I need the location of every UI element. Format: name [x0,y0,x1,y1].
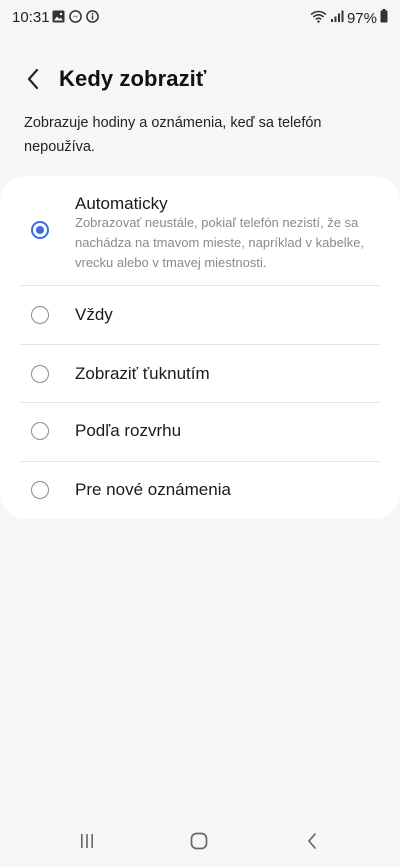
radio-vzdy[interactable] [31,306,49,324]
option-label: Podľa rozvrhu [75,421,182,440]
battery-percent: 97% [346,9,377,27]
option-label: Vždy [75,305,113,324]
wifi-icon [310,10,327,27]
option-pre-nove-oznamenia[interactable]: Pre nové oznámenia [0,462,400,519]
messenger-icon [69,10,82,28]
status-notification-icons [52,10,99,28]
radio-podla-rozvrhu[interactable] [31,422,49,440]
radio-pre-nove-oznamenia[interactable] [31,481,49,499]
page-description: Zobrazuje hodiny a oznámenia, keď sa tel… [24,115,322,155]
option-podla-rozvrhu[interactable]: Podľa rozvrhu [0,403,400,461]
option-description: Zobrazovať neustále, pokiaľ telefón nezi… [75,215,365,270]
recents-icon [78,832,96,855]
status-bar: 10:31 97% [0,0,400,36]
option-automaticky[interactable]: Automaticky Zobrazovať neustále, pokiaľ … [0,176,400,286]
signal-icon [330,10,344,27]
nav-back-button[interactable] [297,829,327,857]
options-card: Automaticky Zobrazovať neustále, pokiaľ … [0,176,400,519]
radio-automaticky[interactable] [31,221,49,239]
radio-zobrazit-tuknutim[interactable] [31,365,49,383]
option-vzdy[interactable]: Vždy [0,286,400,344]
info-icon [86,10,99,28]
status-right: 97% [310,9,388,27]
option-label: Automaticky [75,194,168,213]
home-button[interactable] [184,829,214,857]
home-icon [189,831,209,856]
page-title: Kedy zobraziť [59,66,207,91]
recents-button[interactable] [72,829,102,857]
option-zobrazit-tuknutim[interactable]: Zobraziť ťuknutím [0,345,400,403]
navigation-bar [0,820,400,865]
header: Kedy zobraziť [0,60,400,100]
back-icon [305,831,319,856]
battery-icon [380,9,388,27]
option-label: Zobraziť ťuknutím [75,364,210,383]
back-button[interactable] [18,66,48,96]
option-label: Pre nové oznámenia [75,480,231,499]
status-time: 10:31 [12,9,50,26]
chevron-left-icon [26,68,40,95]
image-icon [52,10,65,28]
